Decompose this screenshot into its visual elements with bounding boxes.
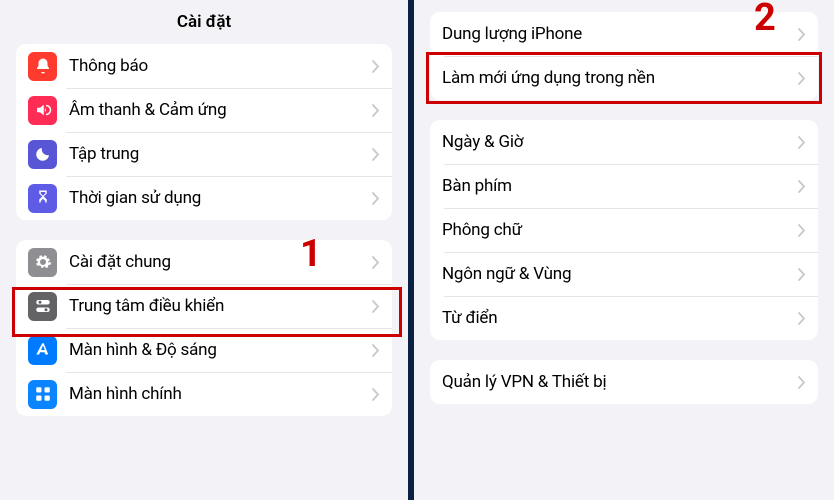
row-homescreen[interactable]: Màn hình chính xyxy=(16,372,392,416)
general-group-2: Ngày & Giờ Bàn phím Phông chữ Ngôn ngữ &… xyxy=(430,120,818,340)
apps-grid-icon xyxy=(28,380,57,409)
row-label: Màn hình chính xyxy=(69,384,372,404)
row-dictionary[interactable]: Từ điển xyxy=(430,296,818,340)
chevron-right-icon xyxy=(798,28,806,41)
chevron-right-icon xyxy=(372,60,380,73)
row-label: Dung lượng iPhone xyxy=(442,24,798,44)
row-label: Âm thanh & Cảm ứng xyxy=(69,100,372,120)
row-display[interactable]: Màn hình & Độ sáng xyxy=(16,328,392,372)
chevron-right-icon xyxy=(372,148,380,161)
row-label: Phông chữ xyxy=(442,220,798,240)
chevron-right-icon xyxy=(372,388,380,401)
row-fonts[interactable]: Phông chữ xyxy=(430,208,818,252)
row-general[interactable]: Cài đặt chung xyxy=(16,240,392,284)
row-language-region[interactable]: Ngôn ngữ & Vùng xyxy=(430,252,818,296)
row-label: Làm mới ứng dụng trong nền xyxy=(442,68,798,88)
row-label: Tập trung xyxy=(69,144,372,164)
chevron-right-icon xyxy=(798,224,806,237)
chevron-right-icon xyxy=(798,312,806,325)
row-vpn-device[interactable]: Quản lý VPN & Thiết bị xyxy=(430,360,818,404)
moon-icon xyxy=(28,140,57,169)
chevron-right-icon xyxy=(372,256,380,269)
row-notifications[interactable]: Thông báo xyxy=(16,44,392,88)
row-label: Ngôn ngữ & Vùng xyxy=(442,264,798,284)
chevron-right-icon xyxy=(372,344,380,357)
gear-icon xyxy=(28,248,57,277)
row-sounds[interactable]: Âm thanh & Cảm ứng xyxy=(16,88,392,132)
row-label: Bàn phím xyxy=(442,176,798,196)
row-label: Thời gian sử dụng xyxy=(69,188,372,208)
settings-group-2: Cài đặt chung Trung tâm điều khiển Màn h… xyxy=(16,240,392,416)
textsize-icon xyxy=(28,336,57,365)
toggles-icon xyxy=(28,292,57,321)
callout-number-1: 1 xyxy=(300,232,322,276)
chevron-right-icon xyxy=(798,180,806,193)
general-screen: Dung lượng iPhone Làm mới ứng dụng trong… xyxy=(414,0,834,500)
row-label: Thông báo xyxy=(69,56,372,76)
hourglass-icon xyxy=(28,184,57,213)
row-control-center[interactable]: Trung tâm điều khiển xyxy=(16,284,392,328)
chevron-right-icon xyxy=(372,300,380,313)
callout-number-2: 2 xyxy=(754,0,776,40)
chevron-right-icon xyxy=(798,136,806,149)
row-focus[interactable]: Tập trung xyxy=(16,132,392,176)
chevron-right-icon xyxy=(798,376,806,389)
row-label: Màn hình & Độ sáng xyxy=(69,340,372,360)
row-screentime[interactable]: Thời gian sử dụng xyxy=(16,176,392,220)
row-keyboard[interactable]: Bàn phím xyxy=(430,164,818,208)
bell-icon xyxy=(28,52,57,81)
row-label: Cài đặt chung xyxy=(69,252,372,272)
chevron-right-icon xyxy=(372,192,380,205)
row-label: Từ điển xyxy=(442,308,798,328)
row-label: Ngày & Giờ xyxy=(442,132,798,152)
settings-group-1: Thông báo Âm thanh & Cảm ứng Tập trung T… xyxy=(16,44,392,220)
row-label: Quản lý VPN & Thiết bị xyxy=(442,372,798,392)
row-date-time[interactable]: Ngày & Giờ xyxy=(430,120,818,164)
row-label: Trung tâm điều khiển xyxy=(69,296,372,316)
speaker-icon xyxy=(28,96,57,125)
chevron-right-icon xyxy=(798,72,806,85)
settings-screen: Cài đặt Thông báo Âm thanh & Cảm ứng Tập… xyxy=(0,0,414,500)
general-group-3: Quản lý VPN & Thiết bị xyxy=(430,360,818,404)
row-background-app-refresh[interactable]: Làm mới ứng dụng trong nền xyxy=(430,56,818,100)
chevron-right-icon xyxy=(798,268,806,281)
page-title: Cài đặt xyxy=(0,0,408,44)
chevron-right-icon xyxy=(372,104,380,117)
